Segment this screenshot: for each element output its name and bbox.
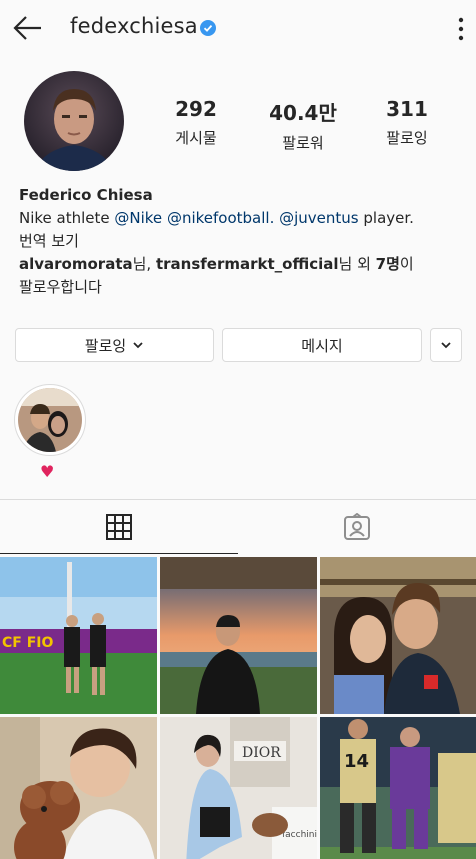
dior-sign: DIOR	[242, 745, 281, 761]
post-thumbnail[interactable]	[0, 717, 157, 859]
followers-count-label: 팔로워	[282, 134, 324, 152]
avatar-image	[24, 71, 124, 171]
stadium-sign: CF FIO	[2, 635, 53, 651]
highlight-label-heart: ♥	[40, 462, 55, 481]
post-thumbnail[interactable]	[160, 557, 317, 714]
chevron-down-icon	[441, 342, 451, 349]
follower-others-count: 7명	[375, 255, 400, 273]
followers-count[interactable]: 40.4만 팔로워	[258, 97, 348, 153]
back-arrow-icon[interactable]	[12, 14, 44, 42]
post-image-stadium: CF FIO	[0, 557, 157, 714]
grid-icon	[106, 513, 132, 540]
posts-count-label: 게시물	[175, 129, 217, 147]
bio-suffix: player.	[358, 209, 414, 227]
tab-tagged[interactable]	[238, 500, 476, 554]
post-thumbnail[interactable]: CF FIO	[0, 557, 157, 714]
followed-suffix: 팔로우합니다	[19, 278, 102, 296]
mention-nike[interactable]: @Nike	[114, 209, 162, 227]
profile-username: fedexchiesa	[70, 14, 198, 38]
story-highlight[interactable]	[14, 384, 86, 456]
story-highlight-cover	[18, 388, 82, 452]
suggested-accounts-button[interactable]	[430, 328, 462, 362]
followed-sep-3: 이	[399, 255, 414, 273]
tagged-person-icon	[344, 513, 370, 540]
followed-sep-2: 님 외	[338, 255, 376, 273]
post-image-couple-selfie	[320, 557, 476, 714]
message-button[interactable]: 메시지	[222, 328, 422, 362]
post-thumbnail[interactable]: 14	[320, 717, 476, 859]
top-bar: fedexchiesa	[0, 0, 476, 56]
more-options-icon[interactable]	[456, 16, 466, 42]
shirt-number: 14	[344, 751, 369, 772]
highlight-cover-image	[18, 388, 82, 452]
profile-full-name: Federico Chiesa	[19, 186, 153, 204]
chevron-down-icon	[133, 342, 143, 349]
message-button-label: 메시지	[301, 336, 343, 355]
bio-text: Nike athlete @Nike @nikefootball. @juven…	[19, 207, 469, 230]
follower-transfermarkt: transfermarkt_official	[155, 255, 339, 273]
following-button-label: 팔로잉	[84, 336, 127, 355]
posts-count: 292 게시물	[151, 97, 241, 148]
mention-juventus[interactable]: @juventus	[279, 209, 359, 227]
mention-nikefootball[interactable]: @nikefootball.	[167, 209, 274, 227]
translate-link[interactable]: 번역 보기	[19, 230, 469, 253]
verified-badge-icon	[200, 20, 216, 36]
post-image-dog	[0, 717, 157, 859]
profile-bio: Federico Chiesa Nike athlete @Nike @nike…	[19, 184, 469, 299]
facchini-sign: facchini	[282, 830, 317, 840]
following-button[interactable]: 팔로잉	[15, 328, 214, 362]
bio-prefix: Nike athlete	[19, 209, 115, 227]
followers-count-value: 40.4만	[269, 101, 337, 125]
profile-avatar[interactable]	[24, 71, 124, 171]
post-image-dior: DIOR facchini	[160, 717, 317, 859]
following-count[interactable]: 311 팔로잉	[362, 97, 452, 148]
post-image-match: 14	[320, 717, 476, 859]
post-thumbnail[interactable]: DIOR facchini	[160, 717, 317, 859]
post-thumbnail[interactable]	[320, 557, 476, 714]
post-image-sunset	[160, 557, 317, 714]
followed-by-text[interactable]: alvaromorata님, transfermarkt_official님 외…	[19, 253, 469, 276]
followed-sep-1: 님,	[132, 255, 156, 273]
following-count-label: 팔로잉	[386, 129, 428, 147]
following-count-value: 311	[386, 97, 428, 121]
posts-count-value: 292	[175, 97, 217, 121]
tab-posts-grid[interactable]	[0, 500, 238, 554]
follower-alvaromorata: alvaromorata	[19, 255, 133, 273]
